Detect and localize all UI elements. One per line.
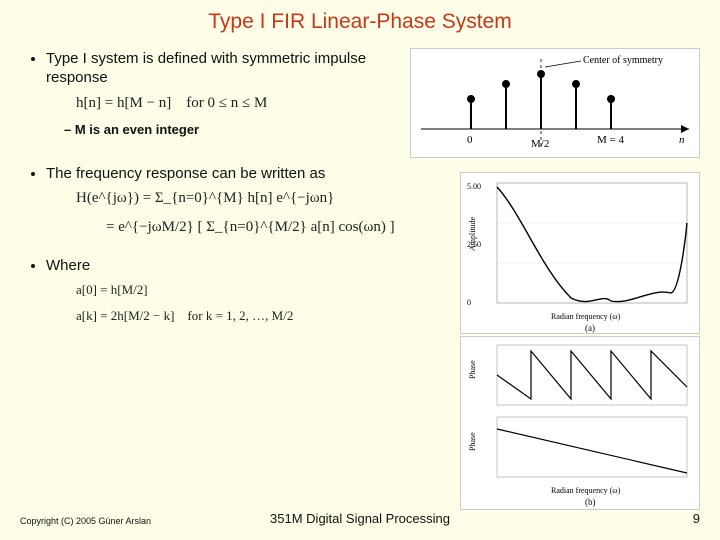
fig3-ylabel-bot: Phase: [468, 432, 477, 451]
fig1-xtick-1: M/2: [531, 138, 549, 150]
content-column: Type I system is defined with symmetric …: [24, 50, 424, 334]
footer-page-number: 9: [693, 511, 700, 526]
slide: Type I FIR Linear-Phase System Type I sy…: [0, 0, 720, 540]
fig3-caption: (b): [585, 497, 596, 507]
figure-impulse-response: Center of symmetry 0 M/2 M = 4 n: [410, 48, 700, 158]
eq-Hsum: H(e^{jω}) = Σ_{n=0}^{M} h[n] e^{−jωn}: [76, 189, 424, 208]
bullet-2: The frequency response can be written as…: [46, 165, 424, 237]
fig2-caption: (a): [585, 323, 595, 333]
bullet-3-text: Where: [46, 257, 90, 274]
eq-Hcos: = e^{−jωM/2} [ Σ_{n=0}^{M/2} a[n] cos(ωn…: [106, 218, 424, 237]
fig3-ylabel-top: Phase: [468, 360, 477, 379]
bullet-list: Type I system is defined with symmetric …: [24, 50, 424, 324]
figure-amplitude: 5.00 2.50 0 Amplitude Radian frequency (…: [460, 172, 700, 334]
fig2-yt2: 0: [467, 298, 471, 307]
fig1-xtick-2: M = 4: [597, 134, 624, 146]
bullet-2-text: The frequency response can be written as: [46, 165, 325, 182]
eq-a0: a[0] = h[M/2]: [76, 282, 424, 298]
fig1-xtick-0: 0: [467, 134, 473, 146]
bullet-1-sub: M is an even integer: [64, 122, 424, 138]
fig2-xlabel: Radian frequency (ω): [551, 312, 621, 321]
bullet-1: Type I system is defined with symmetric …: [46, 50, 424, 139]
footer-course: 351M Digital Signal Processing: [0, 511, 720, 526]
fig2-ylabel: Amplitude: [468, 216, 477, 251]
fig2-yt0: 5.00: [467, 182, 481, 191]
eq-hdef: h[n] = h[M − n] for 0 ≤ n ≤ M: [76, 94, 424, 113]
bullet-1-text: Type I system is defined with symmetric …: [46, 50, 366, 86]
eq-ak: a[k] = 2h[M/2 − k] for k = 1, 2, …, M/2: [76, 308, 424, 324]
fig1-annotation: Center of symmetry: [583, 55, 663, 66]
fig1-axis-n: n: [679, 134, 685, 146]
bullet-3: Where a[0] = h[M/2] a[k] = 2h[M/2 − k] f…: [46, 257, 424, 324]
figure-phase: Phase Phase Radian frequency (ω) (b): [460, 336, 700, 510]
fig3-xlabel: Radian frequency (ω): [551, 486, 621, 495]
slide-title: Type I FIR Linear-Phase System: [0, 0, 720, 34]
